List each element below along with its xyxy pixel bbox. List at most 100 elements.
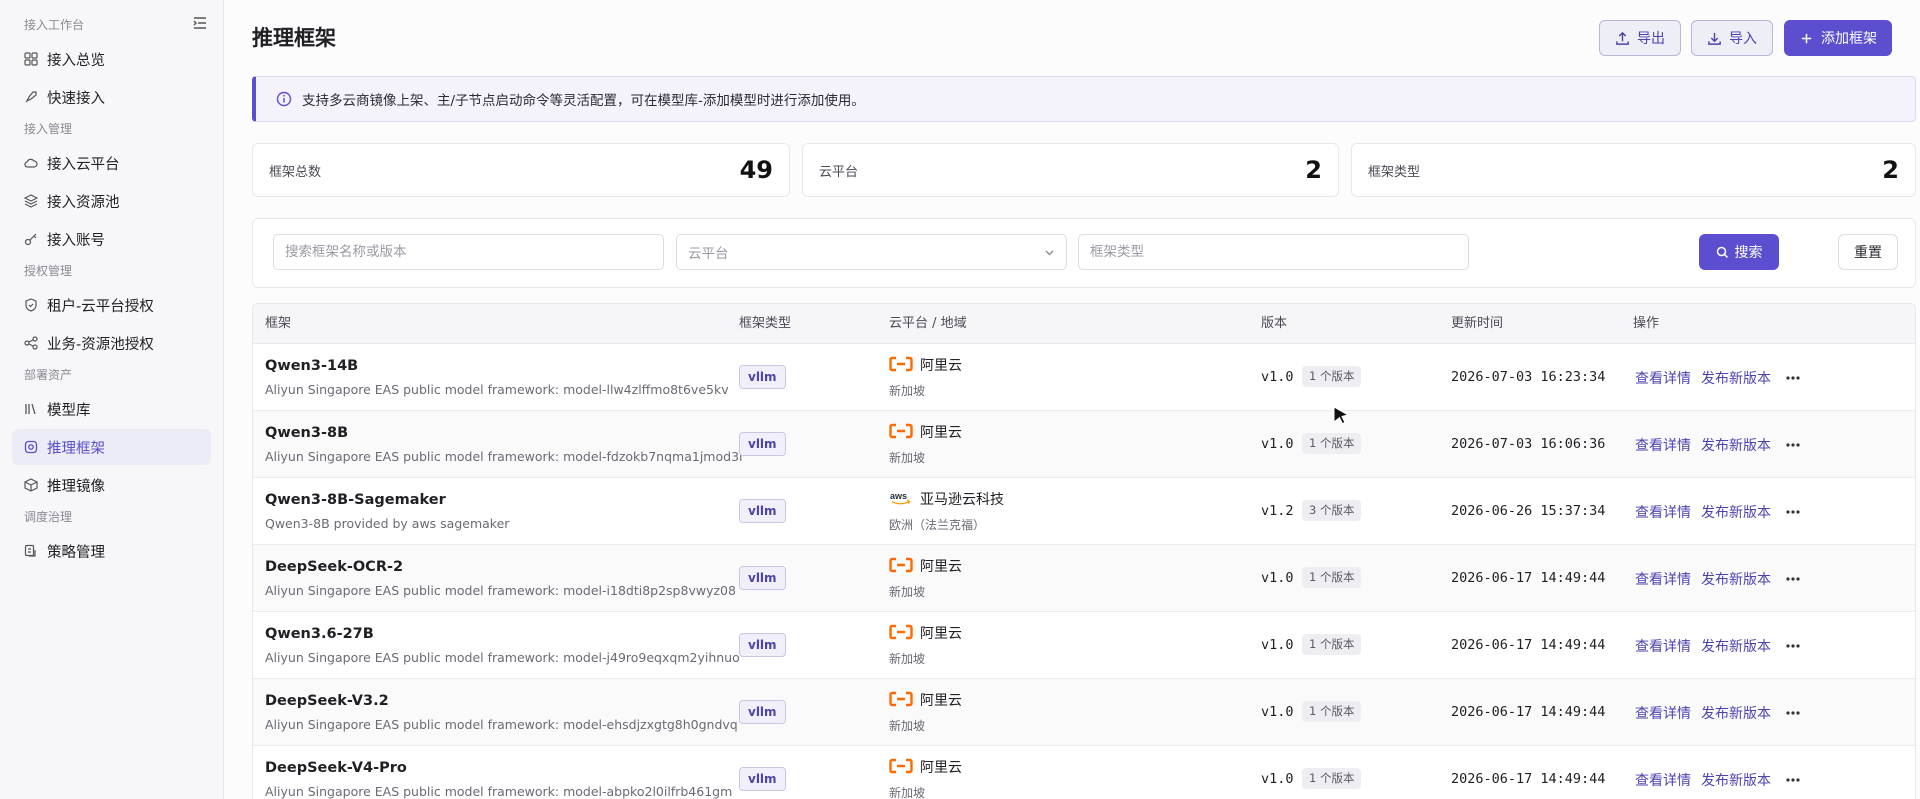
column-header: 框架类型 <box>739 316 792 331</box>
version: v1.0 <box>1261 637 1294 653</box>
platform-select[interactable]: 云平台 <box>676 234 1067 270</box>
updated-time: 2026-07-03 16:23:34 <box>1451 369 1606 385</box>
sidebar-item-policy[interactable]: 策略管理 <box>12 533 211 569</box>
sidebar-item-label: 租户-云平台授权 <box>47 298 154 315</box>
stat-card-types: 框架类型 2 <box>1351 143 1916 197</box>
share-icon <box>24 336 38 350</box>
sidebar-item-model-library[interactable]: 模型库 <box>12 391 211 427</box>
table-row[interactable]: Qwen3.6-27B Aliyun Singapore EAS public m… <box>253 612 1915 679</box>
more-actions-icon[interactable] <box>1783 368 1803 388</box>
sidebar: 接入工作台 接入总览 快速接入 接入管理 接入云平台 接入资源池 接入账号 授权… <box>0 0 224 799</box>
import-label: 导入 <box>1729 31 1757 47</box>
stat-label: 云平台 <box>819 164 859 180</box>
sidebar-item-business-auth[interactable]: 业务-资源池授权 <box>12 325 211 361</box>
publish-version-link[interactable]: 发布新版本 <box>1701 502 1771 522</box>
cog-icon <box>24 440 38 454</box>
sidebar-item-cloud-platform[interactable]: 接入云平台 <box>12 145 211 181</box>
sidebar-item-account[interactable]: 接入账号 <box>12 221 211 257</box>
sidebar-item-inference-image[interactable]: 推理镜像 <box>12 467 211 503</box>
sidebar-item-tenant-auth[interactable]: 租户-云平台授权 <box>12 287 211 323</box>
aliyun-logo-icon <box>889 423 913 439</box>
stat-label: 框架类型 <box>1368 164 1421 180</box>
plus-icon <box>1801 33 1812 43</box>
version: v1.0 <box>1261 436 1294 452</box>
search-button[interactable]: 搜索 <box>1699 234 1779 270</box>
platform-name: 阿里云 <box>920 626 962 642</box>
platform-region: 欧洲（法兰克福） <box>889 518 986 532</box>
add-framework-button[interactable]: 添加框架 <box>1784 20 1892 56</box>
sidebar-item-quick-access[interactable]: 快速接入 <box>12 79 211 115</box>
collapse-menu-icon[interactable] <box>192 15 208 31</box>
sidebar-group-label: 调度治理 <box>24 510 73 524</box>
table-row[interactable]: Qwen3-8B-Sagemaker Qwen3-8B provided by a… <box>253 478 1915 545</box>
more-actions-icon[interactable] <box>1783 770 1803 790</box>
package-icon <box>24 478 38 492</box>
framework-description: Aliyun Singapore EAS public model framew… <box>265 449 743 464</box>
view-details-link[interactable]: 查看详情 <box>1635 502 1691 522</box>
view-details-link[interactable]: 查看详情 <box>1635 569 1691 589</box>
stat-value: 49 <box>739 156 773 184</box>
table-row[interactable]: DeepSeek-V3.2 Aliyun Singapore EAS public… <box>253 679 1915 746</box>
publish-version-link[interactable]: 发布新版本 <box>1701 569 1771 589</box>
table-row[interactable]: Qwen3-8B Aliyun Singapore EAS public mode… <box>253 411 1915 478</box>
version: v1.0 <box>1261 369 1294 385</box>
sidebar-item-overview[interactable]: 接入总览 <box>12 41 211 77</box>
more-actions-icon[interactable] <box>1783 703 1803 723</box>
platform-name: 阿里云 <box>920 358 962 374</box>
view-details-link[interactable]: 查看详情 <box>1635 703 1691 723</box>
platform-select-placeholder: 云平台 <box>688 246 729 262</box>
version-count-badge: 1 个版本 <box>1302 366 1362 387</box>
more-actions-icon[interactable] <box>1783 569 1803 589</box>
publish-version-link[interactable]: 发布新版本 <box>1701 435 1771 455</box>
key-icon <box>24 232 38 246</box>
view-details-link[interactable]: 查看详情 <box>1635 435 1691 455</box>
table-row[interactable]: Qwen3-14B Aliyun Singapore EAS public mod… <box>253 344 1915 411</box>
version-count-badge: 1 个版本 <box>1302 433 1362 454</box>
platform-name: 阿里云 <box>920 425 962 441</box>
updated-time: 2026-07-03 16:06:36 <box>1451 436 1606 452</box>
view-details-link[interactable]: 查看详情 <box>1635 770 1691 790</box>
sidebar-item-inference-framework[interactable]: 推理框架 <box>12 429 211 465</box>
framework-type-badge: vllm <box>739 499 786 523</box>
export-button[interactable]: 导出 <box>1599 20 1681 56</box>
version-count-badge: 1 个版本 <box>1302 567 1362 588</box>
stat-label: 框架总数 <box>269 164 322 180</box>
sidebar-item-label: 接入总览 <box>47 52 105 69</box>
shield-icon <box>24 298 38 312</box>
view-details-link[interactable]: 查看详情 <box>1635 636 1691 656</box>
view-details-link[interactable]: 查看详情 <box>1635 368 1691 388</box>
publish-version-link[interactable]: 发布新版本 <box>1701 703 1771 723</box>
framework-name: Qwen3-8B <box>265 425 349 441</box>
rocket-icon <box>24 90 38 104</box>
sidebar-item-label: 业务-资源池授权 <box>47 336 154 353</box>
framework-name: Qwen3.6-27B <box>265 626 374 642</box>
sidebar-item-resource-pool[interactable]: 接入资源池 <box>12 183 211 219</box>
table-row[interactable]: DeepSeek-OCR-2 Aliyun Singapore EAS publi… <box>253 545 1915 612</box>
framework-name: Qwen3-14B <box>265 358 359 374</box>
platform-name: 阿里云 <box>920 693 962 709</box>
publish-version-link[interactable]: 发布新版本 <box>1701 770 1771 790</box>
reset-button[interactable]: 重置 <box>1838 234 1898 270</box>
aliyun-logo-icon <box>889 691 913 707</box>
table-row[interactable]: DeepSeek-V4-Pro Aliyun Singapore EAS publ… <box>253 746 1915 799</box>
platform-region: 新加坡 <box>889 451 926 465</box>
import-button[interactable]: 导入 <box>1691 20 1773 56</box>
version-count-badge: 1 个版本 <box>1302 634 1362 655</box>
publish-version-link[interactable]: 发布新版本 <box>1701 636 1771 656</box>
more-actions-icon[interactable] <box>1783 636 1803 656</box>
search-input[interactable] <box>273 234 664 270</box>
framework-type-badge: vllm <box>739 432 786 456</box>
framework-type-input[interactable] <box>1078 234 1469 270</box>
framework-name: DeepSeek-OCR-2 <box>265 559 404 575</box>
mouse-cursor-icon <box>1333 406 1350 425</box>
search-button-label: 搜索 <box>1734 245 1763 261</box>
version: v1.0 <box>1261 771 1294 787</box>
framework-type-badge: vllm <box>739 767 786 791</box>
more-actions-icon[interactable] <box>1783 435 1803 455</box>
framework-description: Qwen3-8B provided by aws sagemaker <box>265 516 510 531</box>
sidebar-group-label: 接入管理 <box>24 122 73 136</box>
framework-type-badge: vllm <box>739 700 786 724</box>
stat-value: 2 <box>1305 156 1322 184</box>
more-actions-icon[interactable] <box>1783 502 1803 522</box>
publish-version-link[interactable]: 发布新版本 <box>1701 368 1771 388</box>
